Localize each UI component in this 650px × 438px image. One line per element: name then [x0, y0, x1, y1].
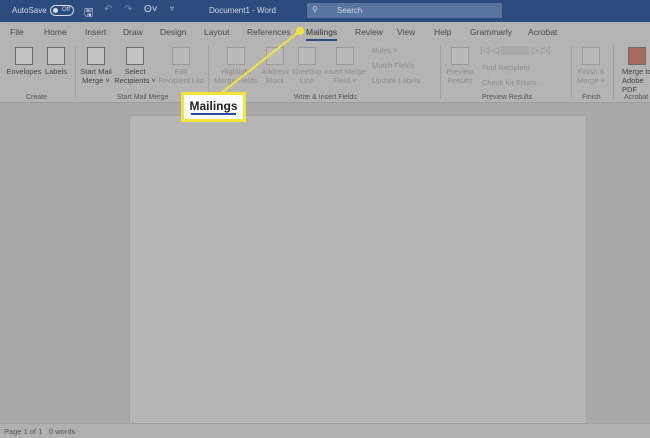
callout-pointer	[219, 27, 304, 95]
mailings-callout: Mailings	[181, 92, 246, 122]
